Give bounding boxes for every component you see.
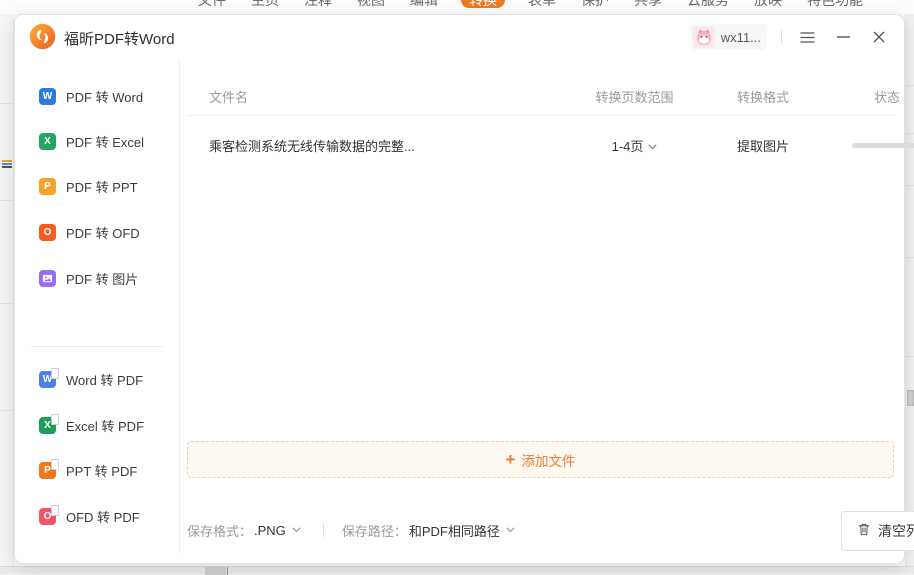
bg-tab-file[interactable]: 文件 — [196, 0, 228, 8]
conversion-panel: 文件名 转换页数范围 转换格式 状态 操作 乘客检测系统无线传输数据的完整...… — [187, 67, 894, 553]
add-file-button[interactable]: + 添加文件 — [187, 441, 894, 478]
col-filename: 文件名 — [209, 87, 441, 106]
sidebar-item-excel-to-pdf[interactable]: X Excel 转 PDF — [15, 403, 179, 448]
clear-list-label: 清空列表 — [878, 521, 914, 541]
user-avatar — [693, 26, 715, 48]
bg-tab-home[interactable]: 主页 — [249, 0, 281, 8]
screen: 文件 主页 注释 视图 编辑 转换 表单 保护 共享 云服务 放映 特色功能 — [0, 0, 914, 574]
bg-tab-features[interactable]: 特色功能 — [805, 0, 865, 8]
save-format-value: .PNG — [254, 523, 286, 538]
sidebar-item-pdf-to-excel[interactable]: X PDF 转 Excel — [15, 119, 179, 164]
chevron-down-icon — [506, 527, 515, 533]
sidebar-item-pdf-to-image[interactable]: PDF 转 图片 — [15, 256, 179, 301]
footer-divider — [323, 523, 324, 537]
background-app-top: 文件 主页 注释 视图 编辑 转换 表单 保护 共享 云服务 放映 特色功能 — [0, 0, 914, 14]
menu-icon[interactable] — [796, 26, 818, 48]
table-row: 乘客检测系统无线传输数据的完整... 1-4页 提取图片 — [187, 127, 894, 165]
bg-tab-share[interactable]: 共享 — [632, 0, 664, 8]
save-format-label: 保存格式： — [187, 521, 252, 540]
ppt-icon: P — [39, 462, 56, 479]
minimize-icon[interactable] — [832, 26, 854, 48]
dialog-title: 福昕PDF转Word — [64, 28, 175, 49]
word-icon: W — [39, 371, 56, 388]
bg-tab-convert-active[interactable]: 转换 — [461, 0, 505, 8]
col-page-range: 转换页数范围 — [562, 87, 707, 106]
bg-tab-protect[interactable]: 保护 — [579, 0, 611, 8]
save-path-label: 保存路径： — [342, 521, 407, 540]
save-path-value: 和PDF相同路径 — [409, 521, 500, 540]
trash-icon — [857, 522, 871, 540]
conversion-sidebar: W PDF 转 Word X PDF 转 Excel P PDF 转 PPT O… — [15, 67, 179, 553]
progress-track — [852, 143, 914, 148]
bg-panel-icon — [2, 160, 12, 173]
bg-scrollbar-thumb[interactable] — [907, 390, 914, 406]
sidebar-item-pdf-to-ppt[interactable]: P PDF 转 PPT — [15, 164, 179, 209]
chevron-down-icon — [648, 138, 657, 153]
background-app-statusbar — [0, 566, 914, 574]
table-header: 文件名 转换页数范围 转换格式 状态 操作 — [187, 87, 894, 115]
bg-tab-view[interactable]: 视图 — [355, 0, 387, 8]
ofd-icon: O — [39, 508, 56, 525]
chevron-down-icon — [292, 527, 301, 533]
background-app-left-edge — [0, 14, 14, 566]
sidebar-item-ppt-to-pdf[interactable]: P PPT 转 PDF — [15, 448, 179, 493]
bg-tab-cloud[interactable]: 云服务 — [685, 0, 731, 8]
word-icon: W — [39, 88, 56, 105]
dialog-titlebar: 福昕PDF转Word wx11... — [15, 15, 904, 59]
sidebar-item-pdf-to-word[interactable]: W PDF 转 Word — [15, 74, 179, 119]
bg-tab-edit[interactable]: 编辑 — [408, 0, 440, 8]
bg-tab-comment[interactable]: 注释 — [302, 0, 334, 8]
background-tab-strip: 文件 主页 注释 视图 编辑 转换 表单 保护 共享 云服务 放映 特色功能 — [0, 0, 914, 9]
progress-bar — [815, 136, 914, 151]
plus-icon: + — [506, 451, 516, 468]
page-range-dropdown[interactable]: 1-4页 — [562, 136, 707, 155]
excel-icon: X — [39, 133, 56, 150]
pdf-converter-dialog: 福昕PDF转Word wx11... — [14, 14, 905, 564]
file-name: 乘客检测系统无线传输数据的完整... — [209, 136, 441, 155]
sidebar-content-divider — [179, 59, 180, 553]
foxit-logo-icon — [29, 23, 56, 50]
sidebar-item-ofd-to-pdf[interactable]: O OFD 转 PDF — [15, 494, 179, 539]
sidebar-item-pdf-to-ofd[interactable]: O PDF 转 OFD — [15, 210, 179, 255]
save-format-dropdown[interactable]: 保存格式： .PNG — [187, 521, 301, 540]
user-name: wx11... — [721, 30, 761, 45]
excel-icon: X — [39, 417, 56, 434]
col-status: 状态 — [815, 87, 914, 106]
ppt-icon: P — [39, 178, 56, 195]
user-account[interactable]: wx11... — [691, 24, 767, 50]
clear-list-button[interactable]: 清空列表 — [841, 511, 914, 551]
add-file-label: 添加文件 — [521, 450, 575, 470]
save-path-dropdown[interactable]: 保存路径： 和PDF相同路径 — [342, 521, 515, 540]
bg-tab-present[interactable]: 放映 — [752, 0, 784, 8]
ofd-icon: O — [39, 224, 56, 241]
table-header-divider — [187, 115, 894, 116]
close-icon[interactable] — [868, 26, 890, 48]
titlebar-divider — [781, 30, 782, 44]
sidebar-item-word-to-pdf[interactable]: W Word 转 PDF — [15, 357, 179, 402]
image-icon — [39, 270, 56, 287]
sidebar-group-divider — [31, 346, 163, 347]
footer-bar: 保存格式： .PNG 保存路径： 和PDF相同路径 — [187, 508, 894, 552]
bg-tab-form[interactable]: 表单 — [526, 0, 558, 8]
